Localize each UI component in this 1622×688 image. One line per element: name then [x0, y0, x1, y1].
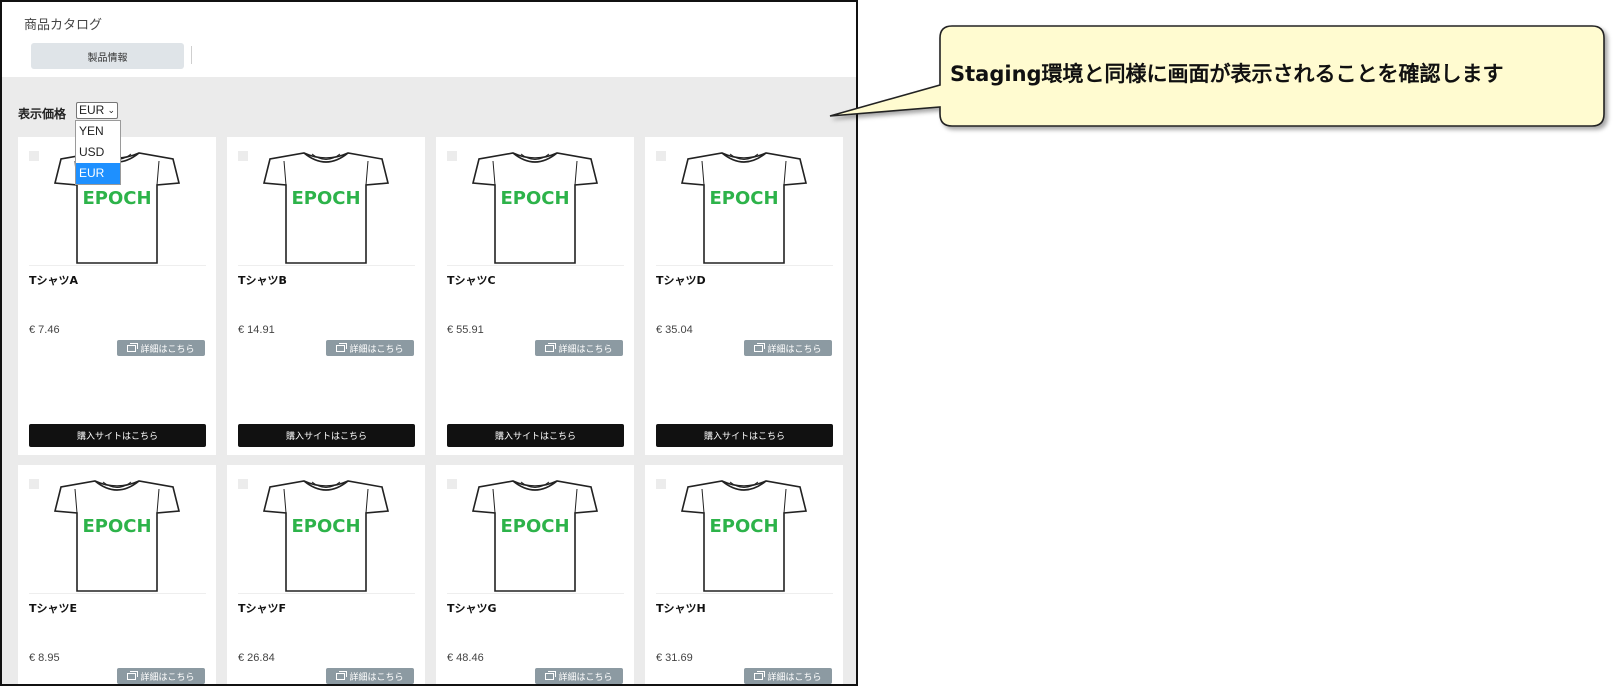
- divider: [447, 265, 624, 266]
- currency-option-usd[interactable]: USD: [76, 142, 120, 163]
- product-name: TシャツD: [656, 274, 706, 287]
- product-name: TシャツG: [447, 602, 497, 615]
- product-price: € 14.91: [238, 324, 275, 336]
- checkbox-icon[interactable]: [29, 479, 39, 489]
- product-image[interactable]: EPOCH: [656, 475, 833, 593]
- detail-button[interactable]: 詳細はこちら: [326, 668, 414, 684]
- product-name: TシャツB: [238, 274, 287, 287]
- window-icon: [754, 342, 766, 352]
- product-card: EPOCH TシャツF € 26.84 詳細はこちら: [227, 465, 425, 684]
- window-icon: [336, 670, 348, 680]
- detail-button-label: 詳細はこちら: [558, 672, 613, 683]
- logo-text: EPOCH: [291, 188, 360, 209]
- checkbox-icon[interactable]: [238, 151, 248, 161]
- divider: [238, 593, 415, 594]
- detail-button-label: 詳細はこちら: [767, 672, 822, 683]
- logo-text: EPOCH: [82, 188, 151, 209]
- buy-button[interactable]: 購入サイトはこちら: [238, 424, 415, 447]
- product-price: € 48.46: [447, 652, 484, 664]
- buy-button[interactable]: 購入サイトはこちら: [656, 424, 833, 447]
- catalog-content: 表示価格 EUR ⌄ YEN USD EUR EPOCH TシャツA € 7.46 詳…: [2, 77, 856, 684]
- browser-frame: 商品カタログ 製品情報 表示価格 EUR ⌄ YEN USD EUR EPOCH…: [0, 0, 858, 686]
- window-icon: [127, 670, 139, 680]
- divider: [238, 265, 415, 266]
- detail-button-label: 詳細はこちら: [349, 672, 404, 683]
- product-card: EPOCH TシャツH € 31.69 詳細はこちら: [645, 465, 843, 684]
- logo-text: EPOCH: [500, 188, 569, 209]
- detail-button[interactable]: 詳細はこちら: [744, 340, 832, 356]
- window-icon: [754, 670, 766, 680]
- product-name: TシャツA: [29, 274, 79, 287]
- currency-dropdown: YEN USD EUR: [75, 120, 121, 185]
- product-name: TシャツC: [447, 274, 496, 287]
- checkbox-icon[interactable]: [656, 479, 666, 489]
- detail-button-label: 詳細はこちら: [140, 672, 195, 683]
- product-image[interactable]: EPOCH: [29, 475, 206, 593]
- window-icon: [545, 342, 557, 352]
- product-card: EPOCH TシャツE € 8.95 詳細はこちら: [18, 465, 216, 684]
- detail-button[interactable]: 詳細はこちら: [744, 668, 832, 684]
- window-icon: [336, 342, 348, 352]
- checkbox-icon[interactable]: [29, 151, 39, 161]
- product-name: TシャツH: [656, 602, 706, 615]
- product-name: TシャツE: [29, 602, 78, 615]
- detail-button[interactable]: 詳細はこちら: [535, 340, 623, 356]
- callout-text: Staging環境と同様に画面が表示されることを確認します: [950, 62, 1504, 86]
- product-name: TシャツF: [238, 602, 287, 615]
- product-card: EPOCH TシャツD € 35.04 詳細はこちら購入サイトはこちら: [645, 137, 843, 455]
- detail-button[interactable]: 詳細はこちら: [117, 340, 205, 356]
- logo-text: EPOCH: [500, 516, 569, 537]
- product-image[interactable]: EPOCH: [238, 147, 415, 265]
- product-image[interactable]: EPOCH: [656, 147, 833, 265]
- product-price: € 26.84: [238, 652, 275, 664]
- buy-button[interactable]: 購入サイトはこちら: [29, 424, 206, 447]
- detail-button[interactable]: 詳細はこちら: [326, 340, 414, 356]
- product-image[interactable]: EPOCH: [447, 475, 624, 593]
- currency-select-value: EUR: [79, 103, 105, 117]
- checkbox-icon[interactable]: [656, 151, 666, 161]
- divider: [656, 593, 833, 594]
- product-price: € 35.04: [656, 324, 693, 336]
- currency-option-yen[interactable]: YEN: [76, 121, 120, 142]
- divider: [656, 265, 833, 266]
- product-image[interactable]: EPOCH: [447, 147, 624, 265]
- detail-button-label: 詳細はこちら: [349, 344, 404, 355]
- window-icon: [127, 342, 139, 352]
- product-image[interactable]: EPOCH: [238, 475, 415, 593]
- logo-text: EPOCH: [709, 516, 778, 537]
- buy-button[interactable]: 購入サイトはこちら: [447, 424, 624, 447]
- product-price: € 7.46: [29, 324, 60, 336]
- product-card: EPOCH TシャツG € 48.46 詳細はこちら: [436, 465, 634, 684]
- checkbox-icon[interactable]: [447, 479, 457, 489]
- checkbox-icon[interactable]: [447, 151, 457, 161]
- product-card: EPOCH TシャツB € 14.91 詳細はこちら購入サイトはこちら: [227, 137, 425, 455]
- product-price: € 8.95: [29, 652, 60, 664]
- logo-text: EPOCH: [82, 516, 151, 537]
- divider: [29, 265, 206, 266]
- currency-select[interactable]: EUR ⌄: [76, 102, 118, 119]
- detail-button-label: 詳細はこちら: [767, 344, 822, 355]
- logo-text: EPOCH: [291, 516, 360, 537]
- product-card: EPOCH TシャツC € 55.91 詳細はこちら購入サイトはこちら: [436, 137, 634, 455]
- product-price: € 31.69: [656, 652, 693, 664]
- detail-button[interactable]: 詳細はこちら: [535, 668, 623, 684]
- divider: [29, 593, 206, 594]
- tab-product-info[interactable]: 製品情報: [31, 43, 184, 69]
- detail-button-label: 詳細はこちら: [558, 344, 613, 355]
- checkbox-icon[interactable]: [238, 479, 248, 489]
- divider: [447, 593, 624, 594]
- currency-option-eur[interactable]: EUR: [76, 163, 120, 184]
- tab-divider: [191, 46, 192, 64]
- product-price: € 55.91: [447, 324, 484, 336]
- app-title: 商品カタログ: [24, 18, 103, 33]
- currency-label: 表示価格: [18, 107, 67, 121]
- detail-button-label: 詳細はこちら: [140, 344, 195, 355]
- logo-text: EPOCH: [709, 188, 778, 209]
- detail-button[interactable]: 詳細はこちら: [117, 668, 205, 684]
- window-icon: [545, 670, 557, 680]
- chevron-down-icon: ⌄: [107, 105, 115, 115]
